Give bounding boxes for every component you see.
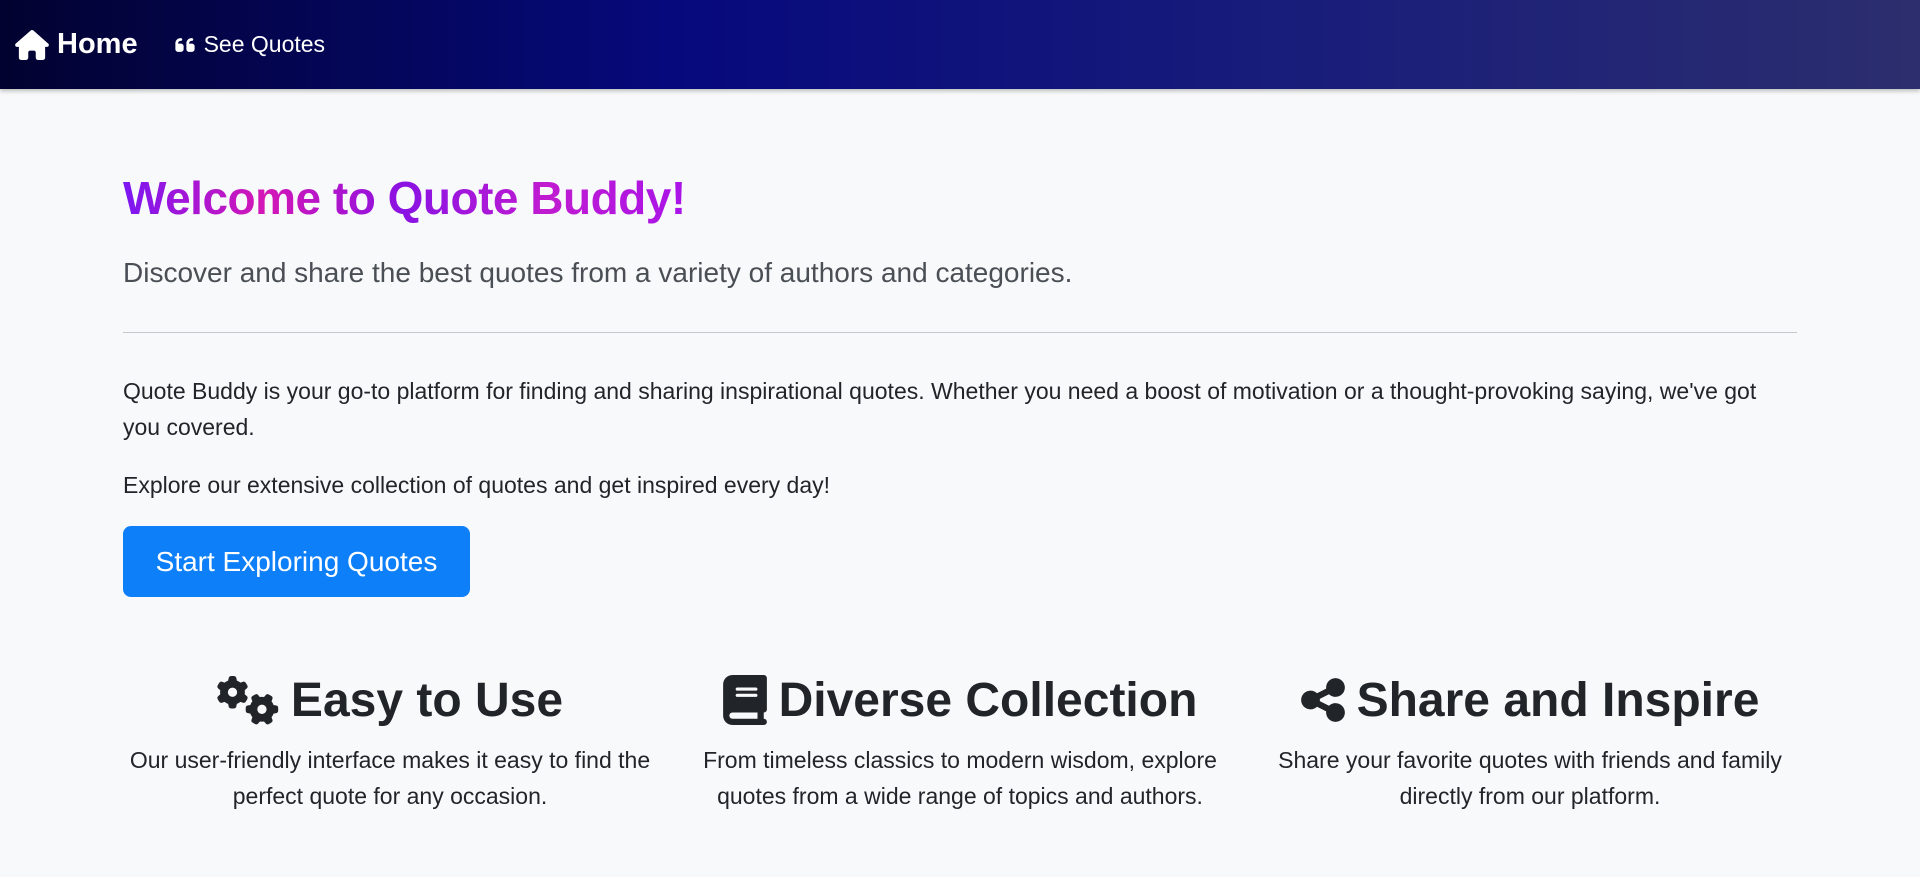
feature-title-text: Share and Inspire: [1356, 673, 1760, 727]
home-icon: [15, 29, 49, 60]
nav-home-label: Home: [57, 28, 138, 60]
feature-share-and-inspire: Share and Inspire Share your favorite qu…: [1252, 672, 1808, 814]
feature-title-text: Diverse Collection: [778, 673, 1198, 727]
feature-description: Our user-friendly interface makes it eas…: [129, 747, 651, 809]
feature-easy-to-use: Easy to Use Our user-friendly interface …: [112, 672, 668, 814]
feature-title: Diverse Collection: [682, 672, 1238, 728]
feature-diverse-collection: Diverse Collection From timeless classic…: [682, 672, 1238, 814]
feature-title: Easy to Use: [112, 672, 668, 728]
book-icon: [722, 675, 767, 725]
features-section: Easy to Use Our user-friendly interface …: [0, 672, 1920, 872]
cogs-icon: [217, 675, 279, 725]
nav-see-quotes-label: See Quotes: [203, 31, 326, 57]
nav-see-quotes-link[interactable]: See Quotes: [174, 31, 325, 58]
feature-description: Share your favorite quotes with friends …: [1278, 747, 1782, 809]
lead-text: Discover and share the best quotes from …: [123, 257, 1073, 288]
intro-paragraph: Quote Buddy is your go-to platform for f…: [123, 378, 1757, 440]
explore-paragraph: Explore our extensive collection of quot…: [123, 472, 831, 498]
share-icon: [1300, 678, 1345, 722]
divider: [123, 332, 1797, 333]
page-title: Welcome to Quote Buddy!: [123, 172, 686, 224]
feature-title-text: Easy to Use: [290, 673, 564, 727]
start-exploring-button[interactable]: Start Exploring Quotes: [123, 526, 470, 597]
feature-title: Share and Inspire: [1252, 672, 1808, 728]
feature-description: From timeless classics to modern wisdom,…: [703, 747, 1217, 809]
nav-home-link[interactable]: Home: [15, 28, 138, 61]
top-navbar: Home See Quotes: [0, 0, 1920, 89]
quote-left-icon: [174, 37, 195, 52]
